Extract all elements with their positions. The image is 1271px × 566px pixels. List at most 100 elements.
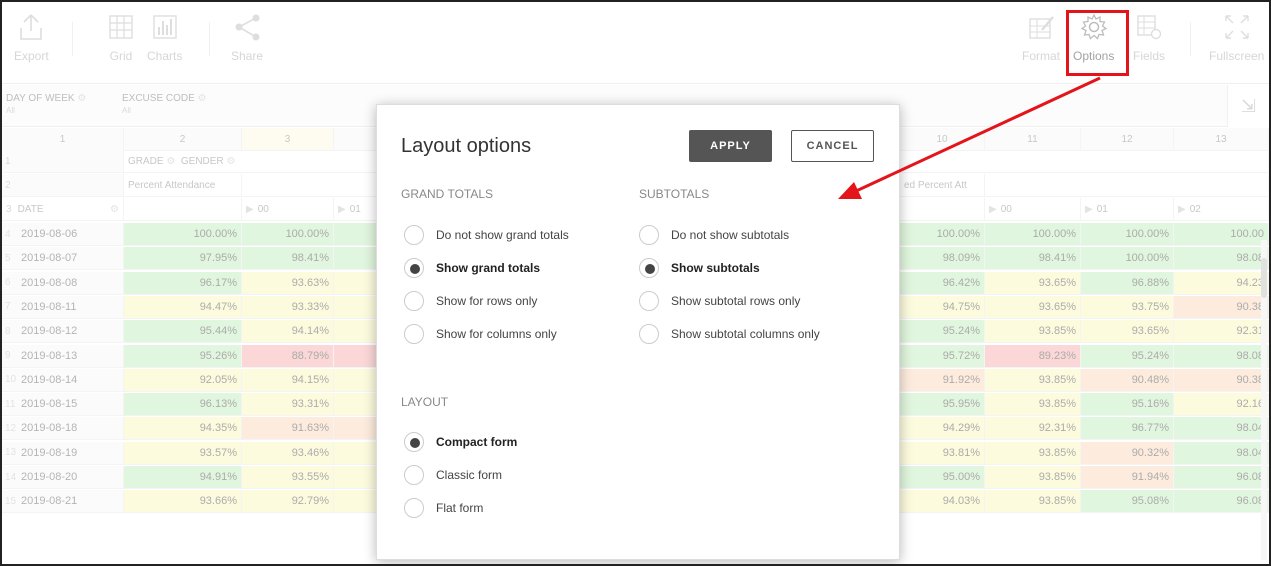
table-cell [900,150,1269,173]
expand-icon[interactable]: ▶ [246,204,254,215]
value-cell: 93.85% [985,466,1081,489]
dialog-title: Layout options [401,135,532,157]
value-cell: 98.41% [985,247,1081,271]
charts-button[interactable]: Charts [147,12,182,63]
subcolumn-header[interactable]: ▶ 01 [1081,198,1174,221]
subtotals-option-columns[interactable]: Show subtotal columns only [639,324,820,344]
radio-button[interactable] [404,432,424,452]
radio-button[interactable] [639,291,659,311]
toolbar-divider [72,22,73,56]
expand-icon[interactable]: ▶ [1178,204,1186,215]
expand-icon[interactable]: ▶ [989,204,997,215]
value-cell: 96.17% [124,271,242,295]
grand-totals-option-columns[interactable]: Show for columns only [404,324,557,344]
expand-icon[interactable]: ▶ [338,204,346,215]
value-cell: 93.85% [985,368,1081,392]
option-label: Classic form [436,468,503,482]
share-button[interactable]: Share [231,12,263,63]
radio-button[interactable] [404,324,424,344]
radio-button[interactable] [404,465,424,485]
filter-excuse-code[interactable]: EXCUSE CODE ⚙ All [122,93,207,115]
table-cell [985,174,1269,197]
cancel-button[interactable]: CANCEL [791,130,874,162]
radio-button[interactable] [639,225,659,245]
gear-icon: ⚙ [226,155,236,167]
export-button[interactable]: Export [14,12,49,63]
filter-day-of-week[interactable]: DAY OF WEEK ⚙ All [6,93,86,115]
apply-button[interactable]: APPLY [689,130,772,162]
gear-icon: ⚙ [77,93,87,104]
app-window: Export Grid Charts Share Format Options … [0,0,1271,566]
layout-option-classic[interactable]: Classic form [404,465,502,485]
value-cell: 90.38 [1174,368,1269,392]
date-value: 2019-08-20 [21,471,78,483]
share-icon [235,14,260,41]
radio-button[interactable] [404,258,424,278]
value-cell: 95.00% [900,466,985,489]
value-cell: 93.57% [124,441,242,465]
option-label: Do not show grand totals [436,228,569,242]
option-label: Show for columns only [436,327,557,341]
subtotals-option-rows[interactable]: Show subtotal rows only [639,291,800,311]
date-field[interactable]: DATE [18,204,44,215]
radio-button[interactable] [639,324,659,344]
layout-options-dialog: Layout options APPLY CANCEL GRAND TOTALS… [376,104,900,560]
date-cell: 7 2019-08-11 [2,295,124,319]
option-label: Show subtotals [671,261,760,275]
value-cell: 92.31% [985,417,1081,441]
row-number: 14 [5,471,17,483]
toolbar-divider [209,22,210,56]
gender-field[interactable]: GENDER [181,156,224,167]
value-cell: 88.79% [242,344,334,368]
scrollbar-thumb[interactable] [1261,258,1267,298]
value-cell: 96.08 [1174,466,1269,489]
grand-totals-option-none[interactable]: Do not show grand totals [404,225,569,245]
format-button[interactable]: Format [1022,12,1060,63]
radio-button[interactable] [404,225,424,245]
fullscreen-button[interactable]: Fullscreen [1209,12,1264,63]
grade-field[interactable]: GRADE [128,156,164,167]
chart-icon [152,15,177,39]
value-cell: 89.23% [985,344,1081,368]
subtotals-title: SUBTOTALS [639,187,710,201]
row-number: 13 [5,447,17,459]
radio-button[interactable] [639,258,659,278]
fields-label: Fields [1133,49,1166,63]
grand-totals-option-show[interactable]: Show grand totals [404,258,540,278]
subtotals-option-none[interactable]: Do not show subtotals [639,225,789,245]
subcolumn-header[interactable]: ▶ 00 [985,198,1081,221]
expand-icon[interactable]: ▶ [1085,204,1093,215]
option-label: Do not show subtotals [671,228,790,242]
radio-button[interactable] [404,498,424,518]
value-cell: 93.81% [900,441,985,465]
grid-button[interactable]: Grid [106,12,136,63]
option-label: Compact form [436,435,518,449]
subcolumn-header[interactable]: ▶ 02 [1174,198,1269,221]
row-header-date[interactable]: 3 DATE ⚙ [2,198,124,221]
radio-button[interactable] [404,291,424,311]
gear-icon: ⚙ [166,155,176,167]
subcolumn-header[interactable]: ▶ 00 [242,198,334,221]
column-number: 3 [242,128,334,151]
subtotals-option-show[interactable]: Show subtotals [639,258,760,278]
row-number: 9 [5,350,11,361]
value-cell: 95.44% [124,320,242,344]
value-cell: 96.13% [124,393,242,417]
vertical-scrollbar[interactable] [1261,240,1267,560]
fullscreen-icon [1224,15,1249,39]
date-value: 2019-08-13 [21,349,78,362]
row-number: 11 [5,398,16,410]
grand-totals-option-rows[interactable]: Show for rows only [404,291,537,311]
value-cell: 98.09% [900,247,985,271]
value-cell: 94.91% [124,466,242,489]
collapse-icon[interactable]: ⇲ [1227,85,1269,127]
value-cell: 93.65% [1081,320,1174,344]
format-icon [1029,16,1054,39]
layout-option-compact[interactable]: Compact form [404,432,517,452]
layout-option-flat[interactable]: Flat form [404,498,483,518]
value-cell: 91.63% [242,417,334,441]
row-number: 2 [2,174,124,197]
fields-button[interactable]: Fields [1133,12,1165,63]
row-number: 1 [2,150,124,173]
date-cell: 8 2019-08-12 [2,320,124,344]
